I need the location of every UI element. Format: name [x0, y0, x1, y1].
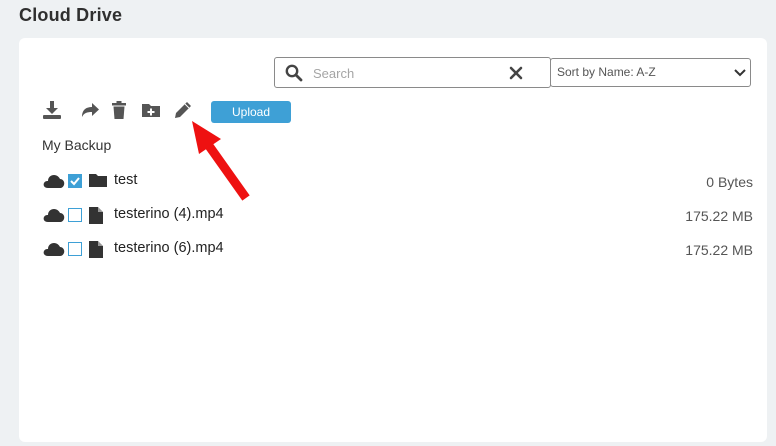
chevron-down-icon: [734, 69, 746, 77]
cloud-icon: [43, 175, 65, 188]
search-box: [274, 57, 551, 88]
sort-select[interactable]: Sort by Name: A-Z: [550, 58, 751, 87]
list-item[interactable]: testerino (4).mp4 175.22 MB: [43, 204, 753, 226]
list-item[interactable]: testerino (6).mp4 175.22 MB: [43, 238, 753, 260]
pencil-icon[interactable]: [173, 100, 193, 120]
row-checkbox[interactable]: [68, 242, 82, 256]
folder-icon: [89, 174, 107, 187]
search-icon[interactable]: [285, 64, 303, 82]
folder-plus-icon[interactable]: [141, 100, 161, 120]
breadcrumb[interactable]: My Backup: [42, 137, 111, 153]
clear-search-icon[interactable]: [509, 66, 523, 80]
cloud-icon: [43, 209, 65, 222]
file-name: testerino (6).mp4: [114, 240, 224, 256]
file-browser-panel: Sort by Name: A-Z Upload My Backu: [19, 38, 767, 442]
upload-button[interactable]: Upload: [211, 101, 291, 123]
row-checkbox[interactable]: [68, 174, 82, 188]
check-icon: [70, 177, 80, 186]
file-icon: [89, 241, 103, 258]
row-checkbox[interactable]: [68, 208, 82, 222]
file-name: testerino (4).mp4: [114, 206, 224, 222]
sort-select-value: Sort by Name: A-Z: [557, 65, 656, 79]
file-size: 175.22 MB: [685, 242, 753, 258]
download-icon[interactable]: [42, 100, 62, 120]
cloud-icon: [43, 243, 65, 256]
file-name: test: [114, 172, 138, 188]
list-item[interactable]: test 0 Bytes: [43, 170, 753, 192]
file-icon: [89, 207, 103, 224]
page-title: Cloud Drive: [19, 5, 123, 25]
share-icon[interactable]: [80, 100, 100, 120]
search-input[interactable]: [313, 63, 503, 83]
trash-icon[interactable]: [109, 100, 129, 120]
file-size: 0 Bytes: [706, 174, 753, 190]
file-size: 175.22 MB: [685, 208, 753, 224]
